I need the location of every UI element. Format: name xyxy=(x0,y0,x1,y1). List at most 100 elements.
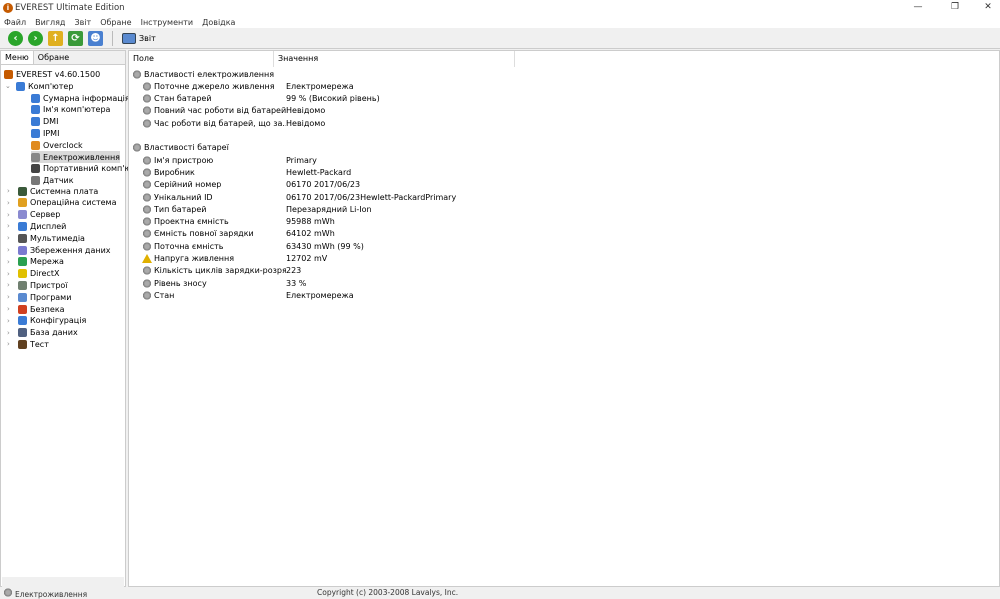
expand-chevron-icon[interactable]: › xyxy=(7,305,15,313)
group-icon xyxy=(132,143,142,153)
tree-item[interactable]: › База даних xyxy=(7,327,78,339)
tree-node-label: DirectX xyxy=(30,269,60,279)
table-row[interactable]: Серійний номер 06170 2017/06/23 xyxy=(142,179,642,191)
table-row[interactable]: Рівень зносу 33 % xyxy=(142,277,642,289)
tab-favorites[interactable]: Обране xyxy=(34,51,73,64)
tree-node-label: Програми xyxy=(30,292,72,302)
table-row[interactable]: Тип батарей Перезарядний Li-Ion xyxy=(142,203,642,215)
table-row[interactable]: Час роботи від батарей, що за... Невідомо xyxy=(142,117,642,129)
maximize-button[interactable]: ❐ xyxy=(945,2,965,12)
tree-item[interactable]: › Дисплей xyxy=(7,220,66,232)
tree-item-computer[interactable]: ⌄ Комп'ютер xyxy=(5,80,73,92)
menu-favorites[interactable]: Обране xyxy=(100,18,131,27)
group-title: Властивості батареї xyxy=(144,143,229,153)
tree-node-label: Електроживлення xyxy=(43,152,120,162)
tree-item[interactable]: › Операційна система xyxy=(7,197,117,209)
expand-chevron-icon[interactable]: › xyxy=(7,329,15,337)
tree-node-icon xyxy=(18,304,27,314)
tree-item[interactable]: Сумарна інформація xyxy=(31,92,130,104)
menu-file[interactable]: Файл xyxy=(4,18,26,27)
field-value: Невідомо xyxy=(286,106,326,116)
table-row[interactable]: Ім'я пристрою Primary xyxy=(142,154,642,166)
tree-item[interactable]: › Тест xyxy=(7,338,49,350)
copyright-text: Copyright (c) 2003-2008 Lavalys, Inc. xyxy=(317,588,459,597)
tree-item[interactable]: Ім'я комп'ютера xyxy=(31,104,110,116)
tree-node-label: Тест xyxy=(30,339,49,349)
property-icon xyxy=(142,241,152,251)
group-header[interactable]: Властивості батареї xyxy=(132,142,229,154)
field-name: Унікальний ID xyxy=(154,192,213,202)
group-header[interactable]: Властивості електроживлення xyxy=(132,68,274,80)
tree-node-label: Комп'ютер xyxy=(28,81,74,91)
expand-chevron-icon[interactable]: › xyxy=(7,234,15,242)
tree-item[interactable]: › DirectX xyxy=(7,268,59,280)
tree-horizontal-scrollbar[interactable] xyxy=(2,577,124,587)
tree-item[interactable]: › Мережа xyxy=(7,256,64,268)
field-value: 95988 mWh xyxy=(286,217,335,227)
expand-chevron-icon[interactable]: › xyxy=(7,317,15,325)
menu-help[interactable]: Довідка xyxy=(202,18,235,27)
expand-chevron-icon[interactable]: › xyxy=(7,187,15,195)
collapse-chevron-icon[interactable]: ⌄ xyxy=(5,82,13,90)
tab-menu[interactable]: Меню xyxy=(1,51,34,64)
table-row[interactable]: Унікальний ID 06170 2017/06/23Hewlett-Pac… xyxy=(142,191,642,203)
tree-root[interactable]: EVEREST v4.60.1500 xyxy=(4,68,100,80)
table-row[interactable]: Стан Електромережа xyxy=(142,289,642,301)
tree-node-label: Мережа xyxy=(30,257,64,267)
expand-chevron-icon[interactable]: › xyxy=(7,281,15,289)
tree-node-icon xyxy=(31,117,40,127)
tree-item[interactable]: Overclock xyxy=(31,139,83,151)
table-row[interactable]: Стан батарей 99 % (Високий рівень) xyxy=(142,93,642,105)
expand-chevron-icon[interactable]: › xyxy=(7,211,15,219)
tree-item[interactable]: › Мультимедіа xyxy=(7,232,85,244)
tree-item[interactable]: › Сервер xyxy=(7,209,60,221)
up-icon[interactable]: ↑ xyxy=(48,31,63,46)
tree-node-icon xyxy=(18,280,27,290)
tree-node-icon xyxy=(31,105,40,115)
table-row[interactable]: Повний час роботи від батарей Невідомо xyxy=(142,105,642,117)
expand-chevron-icon[interactable]: › xyxy=(7,258,15,266)
refresh-icon[interactable]: ⟳ xyxy=(68,31,83,46)
tree-item[interactable]: Електроживлення xyxy=(31,151,120,163)
tree-node-label: Сервер xyxy=(30,210,61,220)
minimize-button[interactable]: — xyxy=(908,2,928,12)
forward-icon[interactable]: › xyxy=(28,31,43,46)
table-row[interactable]: Виробник Hewlett-Packard xyxy=(142,166,642,178)
users-icon[interactable]: ☻ xyxy=(88,31,103,46)
tree-item[interactable]: DMI xyxy=(31,116,58,128)
warning-icon xyxy=(142,254,152,263)
menu-view[interactable]: Вигляд xyxy=(35,18,65,27)
tree-item[interactable]: › Системна плата xyxy=(7,185,98,197)
expand-chevron-icon[interactable]: › xyxy=(7,246,15,254)
back-icon[interactable]: ‹ xyxy=(8,31,23,46)
close-button[interactable]: ✕ xyxy=(978,2,998,12)
menu-report[interactable]: Звіт xyxy=(74,18,91,27)
field-value: 63430 mWh (99 %) xyxy=(286,241,364,251)
report-button[interactable]: Звіт xyxy=(122,33,156,44)
table-row[interactable]: Проектна ємність 95988 mWh xyxy=(142,216,642,228)
menu-tools[interactable]: Інструменти xyxy=(141,18,194,27)
column-header-value[interactable]: Значення xyxy=(274,51,515,67)
table-row[interactable]: Ємність повної зарядки 64102 mWh xyxy=(142,228,642,240)
tree-node-label: Дисплей xyxy=(30,221,67,231)
tree-item[interactable]: › Програми xyxy=(7,291,71,303)
column-header-field[interactable]: Поле xyxy=(129,51,274,67)
tree-node-icon xyxy=(18,198,27,208)
status-section: Електроживлення xyxy=(3,588,87,599)
tree-item[interactable]: › Конфігурація xyxy=(7,315,86,327)
tree-item[interactable]: IPMI xyxy=(31,127,59,139)
table-row[interactable]: Напруга живлення 12702 mV xyxy=(142,253,642,265)
tree-item[interactable]: › Збереження даних xyxy=(7,244,111,256)
tree-item[interactable]: › Безпека xyxy=(7,303,65,315)
expand-chevron-icon[interactable]: › xyxy=(7,293,15,301)
tree-item[interactable]: › Пристрої xyxy=(7,279,68,291)
expand-chevron-icon[interactable]: › xyxy=(7,270,15,278)
table-row[interactable]: Поточне джерело живлення Електромережа xyxy=(142,80,642,92)
table-row[interactable]: Поточна ємність 63430 mWh (99 %) xyxy=(142,240,642,252)
expand-chevron-icon[interactable]: › xyxy=(7,340,15,348)
tree-node-label: Збереження даних xyxy=(30,245,111,255)
expand-chevron-icon[interactable]: › xyxy=(7,199,15,207)
expand-chevron-icon[interactable]: › xyxy=(7,222,15,230)
table-row[interactable]: Кількість циклів зарядки-розря... 223 xyxy=(142,265,642,277)
tree-node-label: Overclock xyxy=(43,140,83,150)
